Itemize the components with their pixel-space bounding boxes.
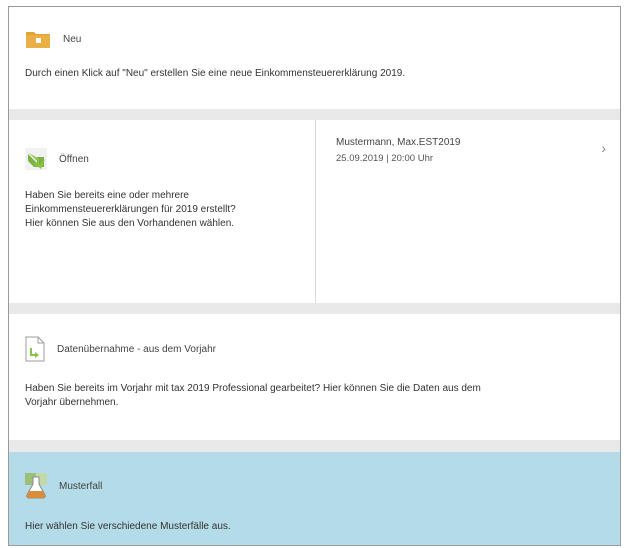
recent-file-item[interactable]: Mustermann, Max.EST2019 25.09.2019 | 20:… xyxy=(316,120,620,174)
new-folder-icon xyxy=(25,29,51,49)
sample-case-title: Musterfall xyxy=(59,480,103,492)
data-import-description-line: Haben Sie bereits im Vorjahr mit tax 201… xyxy=(25,383,481,394)
start-panel: Neu Durch einen Klick auf "Neu" erstelle… xyxy=(8,6,621,546)
open-description-line: Einkommensteuererklärungen für 2019 erst… xyxy=(25,204,236,215)
data-import-card[interactable]: Datenübernahme - aus dem Vorjahr Haben S… xyxy=(9,314,620,440)
recent-file-date: 25.09.2019 | 20:00 Uhr xyxy=(336,153,434,164)
new-title: Neu xyxy=(63,33,82,45)
data-import-description-line: Vorjahr übernehmen. xyxy=(25,397,119,408)
recent-file-name: Mustermann, Max.EST2019 xyxy=(336,137,461,148)
chevron-right-icon: › xyxy=(601,140,606,156)
open-description: Haben Sie bereits eine oder mehrere Eink… xyxy=(25,189,236,231)
open-description-line: Hier können Sie aus den Vorhandenen wähl… xyxy=(25,218,235,229)
data-import-title-row: Datenübernahme - aus dem Vorjahr xyxy=(25,336,216,362)
document-import-icon xyxy=(25,336,45,362)
new-description: Durch einen Klick auf "Neu" erstellen Si… xyxy=(25,68,406,79)
new-title-row: Neu xyxy=(25,29,81,49)
flask-icon xyxy=(25,473,47,499)
sample-case-description: Hier wählen Sie verschiedene Musterfälle… xyxy=(25,521,231,532)
open-title: Öffnen xyxy=(59,153,89,165)
open-description-line: Haben Sie bereits eine oder mehrere xyxy=(25,190,189,201)
data-import-title: Datenübernahme - aus dem Vorjahr xyxy=(57,343,216,355)
new-declaration-card[interactable]: Neu Durch einen Klick auf "Neu" erstelle… xyxy=(9,7,620,109)
sample-case-card[interactable]: Musterfall Hier wählen Sie verschiedene … xyxy=(9,452,620,545)
open-declaration-card: Öffnen Haben Sie bereits eine oder mehre… xyxy=(9,120,620,303)
open-title-row[interactable]: Öffnen xyxy=(25,148,89,170)
open-arrow-icon xyxy=(25,148,47,170)
sample-case-title-row: Musterfall xyxy=(25,473,102,499)
data-import-description: Haben Sie bereits im Vorjahr mit tax 201… xyxy=(25,382,481,410)
